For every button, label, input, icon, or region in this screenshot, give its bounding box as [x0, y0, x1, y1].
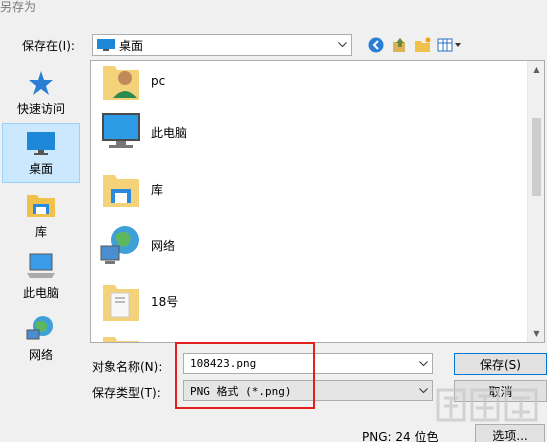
up-folder-button[interactable] [390, 36, 410, 54]
view-menu-button[interactable] [436, 36, 464, 54]
file-item-library[interactable]: 库 [99, 165, 163, 213]
filetype-label: 保存类型(T): [92, 386, 161, 400]
place-label: 网络 [28, 348, 53, 362]
place-library[interactable]: 库 [2, 185, 80, 245]
desktop-icon [27, 132, 55, 155]
filename-value: 108423.png [190, 357, 257, 370]
file-name: 库 [151, 182, 164, 197]
library-icon [103, 175, 139, 207]
computer-icon [27, 253, 55, 278]
scroll-thumb[interactable] [532, 118, 541, 196]
file-name: 18号 [151, 294, 179, 309]
back-arrow-icon [368, 37, 384, 53]
file-name: pc [151, 74, 166, 88]
status-text: PNG: 24 位色 [362, 430, 439, 442]
file-name: 此电脑 [151, 125, 188, 140]
place-quick-access[interactable]: 快速访问 [2, 64, 80, 124]
new-folder-button[interactable] [413, 36, 433, 54]
new-folder-icon [415, 37, 431, 52]
network-icon [26, 316, 53, 340]
file-item-partial[interactable] [99, 329, 143, 342]
file-item-this-pc[interactable]: 此电脑 [99, 108, 187, 156]
filename-input[interactable]: 108423.png [183, 353, 433, 374]
library-icon [27, 195, 55, 217]
cancel-button[interactable]: 取消 [454, 380, 547, 402]
scroll-up-arrow-icon[interactable]: ▲ [528, 61, 544, 78]
vertical-scrollbar[interactable]: ▲ ▼ [527, 61, 544, 342]
computer-icon [102, 113, 140, 148]
folder-icon [103, 285, 139, 321]
location-dropdown[interactable]: 桌面 [92, 34, 352, 56]
save-in-label: 保存在(I): [22, 39, 75, 53]
chevron-down-icon[interactable] [414, 381, 432, 400]
desktop-icon [97, 39, 115, 51]
place-this-pc[interactable]: 此电脑 [2, 246, 80, 306]
user-folder-icon [103, 66, 139, 100]
place-label: 库 [34, 225, 47, 239]
view-grid-icon [437, 38, 461, 52]
folder-icon [103, 337, 139, 342]
file-item-folder-18[interactable]: 18号 [99, 277, 178, 325]
place-network[interactable]: 网络 [2, 308, 80, 368]
save-button[interactable]: 保存(S) [454, 353, 547, 375]
network-icon [100, 226, 139, 264]
filename-label: 对象名称(N): [92, 360, 163, 374]
place-label: 此电脑 [22, 286, 59, 300]
place-label: 快速访问 [16, 102, 65, 116]
location-text: 桌面 [119, 38, 144, 53]
filetype-select[interactable]: PNG 格式 (*.png) [183, 380, 433, 401]
filetype-value: PNG 格式 (*.png) [190, 384, 292, 398]
file-item-network[interactable]: 网络 [99, 221, 175, 269]
place-label: 桌面 [28, 162, 53, 176]
options-button[interactable]: 选项... [475, 424, 545, 442]
back-button[interactable] [366, 36, 386, 54]
place-desktop[interactable]: 桌面 [2, 123, 80, 183]
chevron-down-icon[interactable] [333, 35, 351, 55]
chevron-down-icon[interactable] [414, 354, 432, 373]
file-item-pc[interactable]: pc [99, 61, 166, 105]
window-title: 另存为 [0, 0, 37, 14]
up-folder-icon [393, 38, 405, 52]
file-name: 网络 [151, 238, 176, 253]
scroll-down-arrow-icon[interactable]: ▼ [528, 325, 544, 342]
star-icon [29, 71, 53, 95]
places-bar: 快速访问 桌面 库 此电脑 网络 [0, 60, 82, 371]
file-list[interactable]: pc 此电脑 库 网络 18号 ▲ ▼ [90, 60, 545, 343]
